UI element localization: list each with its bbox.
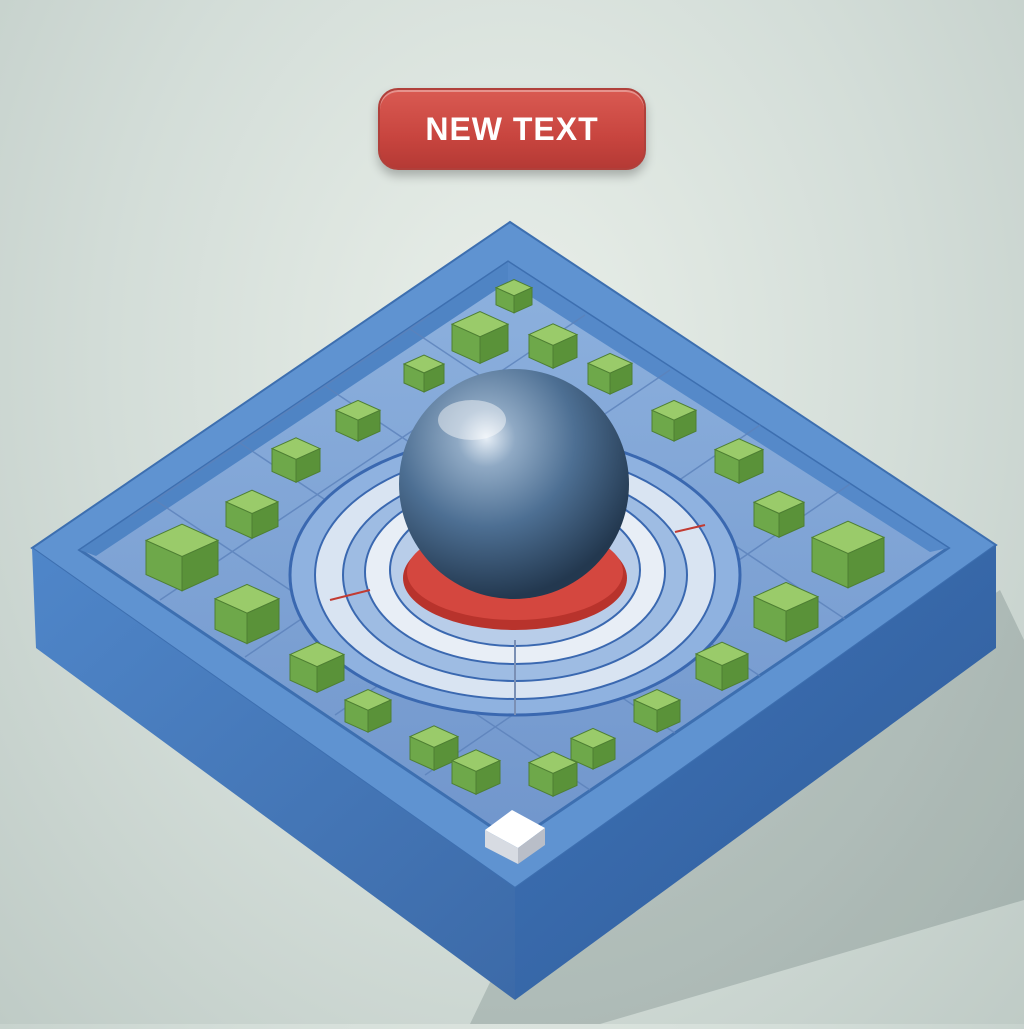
new-text-button[interactable]: NEW TEXT	[378, 88, 646, 170]
player-sphere[interactable]	[399, 369, 629, 599]
sphere-highlight	[438, 400, 506, 440]
game-scene: NEW TEXT	[0, 0, 1024, 1024]
